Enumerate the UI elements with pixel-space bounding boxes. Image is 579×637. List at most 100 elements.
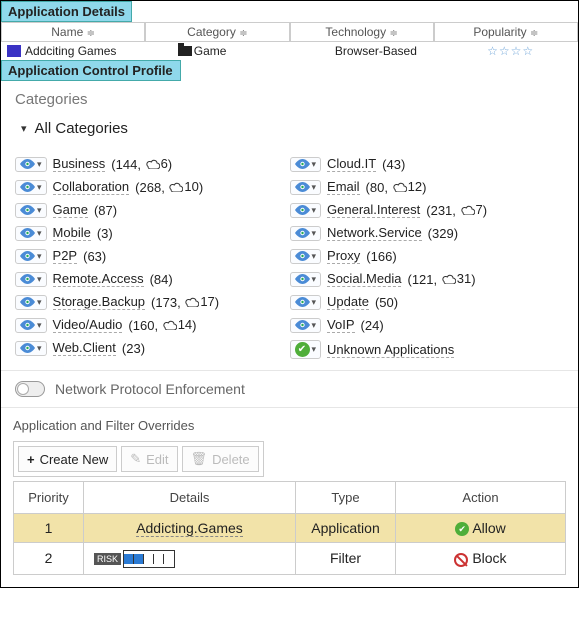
col-header-category[interactable]: Category ≑ [145, 22, 289, 42]
eye-icon [20, 320, 35, 330]
app-color-swatch [7, 45, 21, 57]
override-detail-link[interactable]: Addicting.Games [136, 520, 243, 537]
chevron-down-icon: ▾ [312, 205, 317, 216]
monitor-dropdown[interactable]: ▾ [15, 341, 47, 356]
monitor-dropdown[interactable]: ▾ [290, 203, 322, 218]
app-row-technology: Browser-Based [309, 42, 444, 60]
category-name[interactable]: VoIP [327, 317, 354, 333]
category-count: 121 [412, 272, 434, 287]
eye-icon [295, 182, 310, 192]
section-title-profile: Application Control Profile [1, 60, 181, 81]
category-name[interactable]: Storage.Backup [53, 294, 146, 310]
category-count: 84 [154, 272, 168, 287]
category-item: ▾ Proxy (166) [290, 248, 565, 264]
monitor-dropdown[interactable]: ▾ [290, 295, 322, 310]
category-name[interactable]: General.Interest [327, 202, 420, 218]
category-name[interactable]: Unknown Applications [327, 342, 454, 358]
monitor-dropdown[interactable]: ▾ [290, 157, 322, 172]
monitor-dropdown[interactable]: ▾ [15, 249, 47, 264]
eye-icon [295, 228, 310, 238]
category-item: ✔▾ Unknown Applications [290, 340, 565, 359]
category-name[interactable]: P2P [53, 248, 78, 264]
all-categories-toggle[interactable]: ▾ All Categories [15, 120, 564, 137]
category-count: 23 [126, 341, 140, 356]
category-name[interactable]: Remote.Access [53, 271, 144, 287]
monitor-dropdown[interactable]: ✔▾ [290, 340, 322, 359]
category-item: ▾ Business (144, 6) [15, 156, 290, 172]
override-action: ✔ Allow [396, 514, 566, 543]
category-name[interactable]: Proxy [327, 248, 360, 264]
override-row[interactable]: 1Addicting.GamesApplication✔ Allow [14, 514, 566, 543]
chevron-down-icon: ▾ [312, 182, 317, 193]
override-priority: 2 [14, 543, 84, 574]
monitor-dropdown[interactable]: ▾ [15, 226, 47, 241]
category-name[interactable]: Collaboration [53, 179, 130, 195]
chevron-down-icon: ▾ [37, 205, 42, 216]
chevron-down-icon: ▾ [21, 122, 27, 135]
delete-button[interactable]: Delete [182, 446, 259, 472]
override-row[interactable]: 2RISKFilter Block [14, 543, 566, 574]
category-name[interactable]: Game [53, 202, 88, 218]
category-item: ▾ Cloud.IT (43) [290, 156, 565, 172]
category-count: 80 [370, 180, 384, 195]
eye-icon [20, 182, 35, 192]
monitor-dropdown[interactable]: ▾ [290, 272, 322, 287]
col-header-name[interactable]: Name ≑ [1, 22, 145, 42]
app-row-name[interactable]: Addciting Games [1, 42, 138, 60]
ov-col-details[interactable]: Details [84, 482, 296, 514]
create-new-button[interactable]: +Create New [18, 446, 117, 472]
category-item: ▾ General.Interest (231, 7) [290, 202, 565, 218]
edit-button[interactable]: Edit [121, 446, 177, 472]
monitor-dropdown[interactable]: ▾ [15, 295, 47, 310]
category-count: 63 [87, 249, 101, 264]
monitor-dropdown[interactable]: ▾ [290, 249, 322, 264]
category-item: ▾ Video/Audio (160, 14) [15, 317, 290, 333]
cloud-count: 17 [184, 294, 214, 309]
monitor-dropdown[interactable]: ▾ [15, 157, 47, 172]
cloud-icon [145, 158, 160, 169]
monitor-dropdown[interactable]: ▾ [290, 226, 322, 241]
category-count: 3 [101, 226, 108, 241]
category-count: 24 [365, 318, 379, 333]
cloud-count: 14 [162, 317, 192, 332]
eye-icon [20, 159, 35, 169]
col-header-popularity[interactable]: Popularity ≑ [434, 22, 578, 42]
ov-col-action[interactable]: Action [396, 482, 566, 514]
risk-level-icon [123, 550, 175, 568]
category-name[interactable]: Web.Client [53, 340, 116, 356]
npe-toggle[interactable] [15, 381, 45, 397]
monitor-dropdown[interactable]: ▾ [15, 272, 47, 287]
category-name[interactable]: Mobile [53, 225, 91, 241]
category-count: 160 [133, 318, 155, 333]
category-name[interactable]: Business [53, 156, 106, 172]
chevron-down-icon: ▾ [312, 344, 317, 355]
cloud-icon [441, 273, 456, 284]
categories-heading: Categories [15, 91, 564, 108]
eye-icon [295, 274, 310, 284]
chevron-down-icon: ▾ [37, 159, 42, 170]
category-item: ▾ Web.Client (23) [15, 340, 290, 356]
ov-col-priority[interactable]: Priority [14, 482, 84, 514]
cloud-count: 10 [168, 179, 198, 194]
category-name[interactable]: Email [327, 179, 360, 195]
chevron-down-icon: ▾ [312, 320, 317, 331]
chevron-down-icon: ▾ [37, 343, 42, 354]
ov-col-type[interactable]: Type [296, 482, 396, 514]
app-row-category: Game [138, 42, 309, 60]
category-name[interactable]: Social.Media [327, 271, 401, 287]
monitor-dropdown[interactable]: ▾ [15, 318, 47, 333]
category-item: ▾ Storage.Backup (173, 17) [15, 294, 290, 310]
monitor-dropdown[interactable]: ▾ [15, 203, 47, 218]
eye-icon [20, 274, 35, 284]
category-name[interactable]: Cloud.IT [327, 156, 376, 172]
category-count: 50 [379, 295, 393, 310]
monitor-dropdown[interactable]: ▾ [290, 180, 322, 195]
category-name[interactable]: Update [327, 294, 369, 310]
eye-icon [20, 205, 35, 215]
chevron-down-icon: ▾ [37, 274, 42, 285]
col-header-technology[interactable]: Technology ≑ [290, 22, 434, 42]
monitor-dropdown[interactable]: ▾ [15, 180, 47, 195]
category-name[interactable]: Network.Service [327, 225, 422, 241]
monitor-dropdown[interactable]: ▾ [290, 318, 322, 333]
category-name[interactable]: Video/Audio [53, 317, 123, 333]
